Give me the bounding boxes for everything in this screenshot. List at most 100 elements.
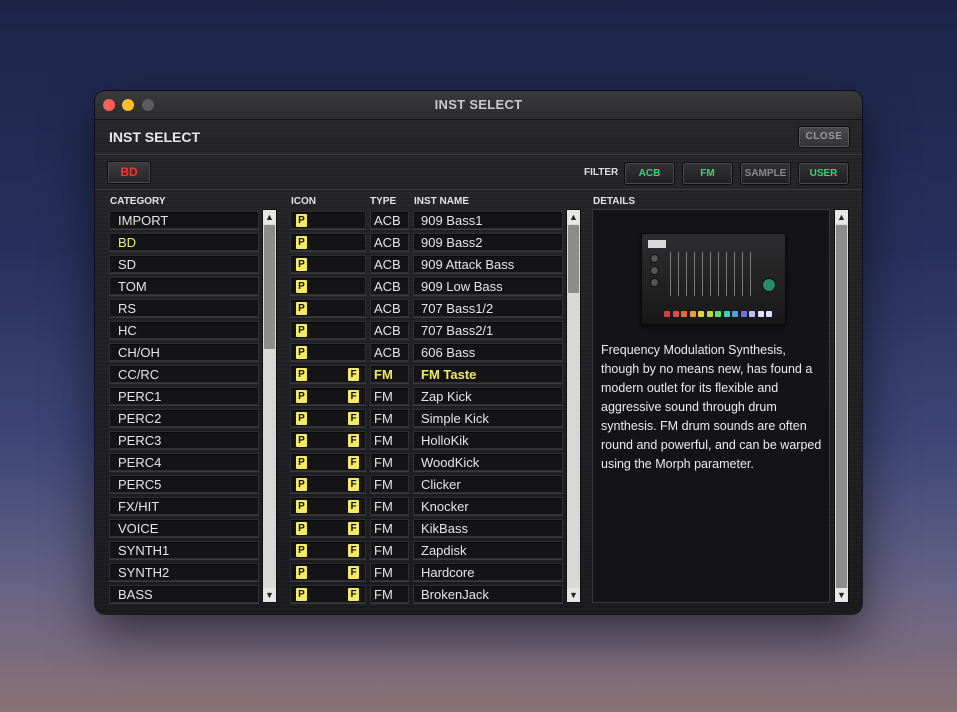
instrument-type-cell[interactable]: FM	[370, 497, 409, 515]
instrument-type-cell[interactable]: ACB	[370, 211, 409, 229]
instrument-type-cell[interactable]: FM	[370, 409, 409, 427]
instrument-icon-cell[interactable]: P	[290, 277, 366, 295]
instrument-name-cell[interactable]: Knocker	[413, 497, 563, 515]
category-item[interactable]: TOM	[109, 277, 259, 295]
filter-user-button[interactable]: USER	[798, 162, 849, 185]
instrument-icon-cell[interactable]: PF	[290, 519, 366, 537]
instrument-icon-cell[interactable]: PF	[290, 431, 366, 449]
preset-badge-icon: P	[296, 434, 307, 447]
category-item[interactable]: PERC4	[109, 453, 259, 471]
instrument-name-cell[interactable]: Zap Kick	[413, 387, 563, 405]
instrument-name-cell[interactable]: 909 Bass1	[413, 211, 563, 229]
favorite-badge-icon: F	[348, 500, 359, 513]
scroll-up-icon[interactable]: ▲	[263, 210, 276, 224]
category-item[interactable]: BASS	[109, 585, 259, 603]
instrument-icon-cell[interactable]: PF	[290, 585, 366, 603]
category-item[interactable]: CC/RC	[109, 365, 259, 383]
instrument-type-cell[interactable]: FM	[370, 585, 409, 603]
category-item[interactable]: PERC1	[109, 387, 259, 405]
instrument-scrollbar[interactable]: ▲ ▼	[566, 209, 581, 603]
category-item[interactable]: PERC5	[109, 475, 259, 493]
close-button[interactable]: CLOSE	[798, 126, 850, 148]
instrument-name-cell[interactable]: Hardcore	[413, 563, 563, 581]
filter-acb-button[interactable]: ACB	[624, 162, 675, 185]
category-item[interactable]: CH/OH	[109, 343, 259, 361]
scroll-up-icon[interactable]: ▲	[835, 210, 848, 224]
category-item[interactable]: RS	[109, 299, 259, 317]
preset-badge-icon: P	[296, 346, 307, 359]
category-item[interactable]: PERC3	[109, 431, 259, 449]
favorite-badge-icon: F	[348, 544, 359, 557]
instrument-type-cell[interactable]: ACB	[370, 255, 409, 273]
part-bd-button[interactable]: BD	[107, 161, 151, 184]
category-item[interactable]: VOICE	[109, 519, 259, 537]
instrument-icon-cell[interactable]: PF	[290, 365, 366, 383]
scrollbar-thumb[interactable]	[836, 225, 847, 589]
instrument-icon-cell[interactable]: PF	[290, 563, 366, 581]
inst-name-column-header: INST NAME	[414, 196, 469, 207]
instrument-name-cell[interactable]: 909 Attack Bass	[413, 255, 563, 273]
instrument-name-cell[interactable]: KikBass	[413, 519, 563, 537]
instrument-type-cell[interactable]: FM	[370, 475, 409, 493]
details-scrollbar[interactable]: ▲ ▼	[834, 209, 849, 603]
instrument-icon-cell[interactable]: P	[290, 211, 366, 229]
instrument-icon-cell[interactable]: PF	[290, 387, 366, 405]
instrument-icon-cell[interactable]: P	[290, 299, 366, 317]
scroll-down-icon[interactable]: ▼	[835, 588, 848, 602]
instrument-type-cell[interactable]: FM	[370, 387, 409, 405]
instrument-name-cell[interactable]: Simple Kick	[413, 409, 563, 427]
instrument-icon-cell[interactable]: PF	[290, 541, 366, 559]
instrument-type-cell[interactable]: ACB	[370, 233, 409, 251]
category-item[interactable]: SYNTH1	[109, 541, 259, 559]
instrument-icon-cell[interactable]: P	[290, 255, 366, 273]
category-item[interactable]: HC	[109, 321, 259, 339]
instrument-type-cell[interactable]: FM	[370, 431, 409, 449]
instrument-name-cell[interactable]: Zapdisk	[413, 541, 563, 559]
instrument-type-cell[interactable]: ACB	[370, 343, 409, 361]
instrument-name-cell[interactable]: BrokenJack	[413, 585, 563, 603]
instrument-type-cell[interactable]: FM	[370, 519, 409, 537]
scroll-up-icon[interactable]: ▲	[567, 210, 580, 224]
instrument-icon-cell[interactable]: P	[290, 321, 366, 339]
instrument-type-cell[interactable]: FM	[370, 453, 409, 471]
instrument-icon-cell[interactable]: PF	[290, 475, 366, 493]
instrument-type-cell[interactable]: FM	[370, 365, 409, 383]
category-item[interactable]: PERC2	[109, 409, 259, 427]
scroll-down-icon[interactable]: ▼	[567, 588, 580, 602]
instrument-type-cell[interactable]: FM	[370, 541, 409, 559]
instrument-name-cell[interactable]: HolloKik	[413, 431, 563, 449]
pad-icon	[749, 311, 755, 317]
instrument-type-cell[interactable]: ACB	[370, 321, 409, 339]
instrument-name-cell[interactable]: 909 Low Bass	[413, 277, 563, 295]
preset-badge-icon: P	[296, 236, 307, 249]
instrument-name-cell[interactable]: Clicker	[413, 475, 563, 493]
instrument-type-cell[interactable]: ACB	[370, 299, 409, 317]
instrument-icon-cell[interactable]: PF	[290, 453, 366, 471]
instrument-type-cell[interactable]: FM	[370, 563, 409, 581]
pad-icon	[723, 311, 730, 317]
instrument-icon-cell[interactable]: PF	[290, 497, 366, 515]
category-item[interactable]: IMPORT	[109, 211, 259, 229]
instrument-type-cell[interactable]: ACB	[370, 277, 409, 295]
scrollbar-thumb[interactable]	[264, 225, 275, 349]
instrument-icon-cell[interactable]: PF	[290, 409, 366, 427]
preset-badge-icon: P	[296, 258, 307, 271]
category-item[interactable]: FX/HIT	[109, 497, 259, 515]
filter-fm-button[interactable]: FM	[682, 162, 733, 185]
instrument-name-cell[interactable]: FM Taste	[413, 365, 563, 383]
scrollbar-thumb[interactable]	[568, 225, 579, 293]
category-item[interactable]: SYNTH2	[109, 563, 259, 581]
instrument-name-cell[interactable]: 606 Bass	[413, 343, 563, 361]
title-bar[interactable]: INST SELECT	[95, 91, 862, 120]
category-item[interactable]: SD	[109, 255, 259, 273]
instrument-name-cell[interactable]: WoodKick	[413, 453, 563, 471]
filter-sample-button[interactable]: SAMPLE	[740, 162, 791, 185]
instrument-name-cell[interactable]: 909 Bass2	[413, 233, 563, 251]
instrument-name-cell[interactable]: 707 Bass1/2	[413, 299, 563, 317]
instrument-icon-cell[interactable]: P	[290, 343, 366, 361]
category-scrollbar[interactable]: ▲ ▼	[262, 209, 277, 603]
scroll-down-icon[interactable]: ▼	[263, 588, 276, 602]
category-item[interactable]: BD	[109, 233, 259, 251]
instrument-name-cell[interactable]: 707 Bass2/1	[413, 321, 563, 339]
instrument-icon-cell[interactable]: P	[290, 233, 366, 251]
